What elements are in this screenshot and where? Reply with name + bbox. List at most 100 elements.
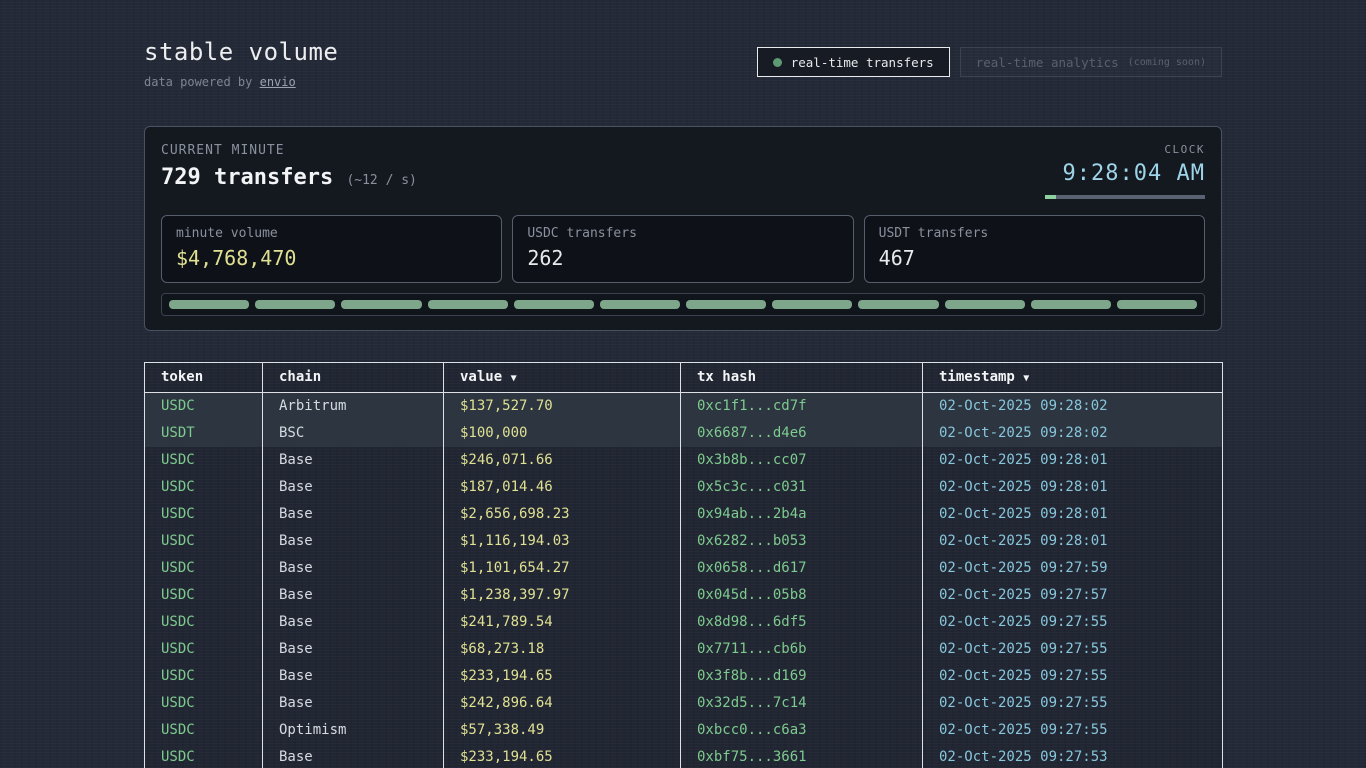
chain-cell: Optimism xyxy=(263,717,444,744)
tx-hash-cell[interactable]: 0x94ab...2b4a xyxy=(681,501,923,528)
sort-desc-icon: ▼ xyxy=(1023,373,1029,384)
stats-row: minute volume $4,768,470 USDC transfers … xyxy=(161,215,1205,283)
stat-value: $4,768,470 xyxy=(176,246,487,270)
chain-cell: Base xyxy=(263,690,444,717)
transfers-count-value: 729 transfers xyxy=(161,165,333,190)
minute-progress-bar xyxy=(161,293,1205,316)
minute-segment xyxy=(341,300,421,309)
page-container: stable volume data powered by envio real… xyxy=(144,0,1222,768)
header-token: token xyxy=(145,363,263,393)
minute-segment xyxy=(945,300,1025,309)
table-row: USDT BSC $100,000 0x6687...d4e6 02-Oct-2… xyxy=(145,420,1223,447)
timestamp-cell: 02-Oct-2025 09:27:55 xyxy=(923,717,1223,744)
tab-real-time-transfers[interactable]: real-time transfers xyxy=(757,47,950,77)
value-cell: $1,116,194.03 xyxy=(444,528,681,555)
value-cell: $246,071.66 xyxy=(444,447,681,474)
clock-progress-bar xyxy=(1045,195,1205,199)
minute-segment xyxy=(1031,300,1111,309)
title-block: stable volume data powered by envio xyxy=(144,38,338,89)
token-cell: USDC xyxy=(145,447,263,474)
value-cell: $2,656,698.23 xyxy=(444,501,681,528)
table-row: USDC Base $1,116,194.03 0x6282...b053 02… xyxy=(145,528,1223,555)
tx-hash-cell[interactable]: 0x7711...cb6b xyxy=(681,636,923,663)
table-row: USDC Base $233,194.65 0xbf75...3661 02-O… xyxy=(145,744,1223,768)
value-cell: $68,273.18 xyxy=(444,636,681,663)
timestamp-cell: 02-Oct-2025 09:27:57 xyxy=(923,582,1223,609)
token-cell: USDC xyxy=(145,555,263,582)
minute-segment xyxy=(428,300,508,309)
value-cell: $187,014.46 xyxy=(444,474,681,501)
value-cell: $1,101,654.27 xyxy=(444,555,681,582)
clock-label: CLOCK xyxy=(1045,143,1205,156)
timestamp-cell: 02-Oct-2025 09:28:02 xyxy=(923,420,1223,447)
table-row: USDC Base $68,273.18 0x7711...cb6b 02-Oc… xyxy=(145,636,1223,663)
minute-segment xyxy=(772,300,852,309)
clock-block: CLOCK 9:28:04 AM xyxy=(1045,143,1205,199)
timestamp-cell: 02-Oct-2025 09:27:53 xyxy=(923,744,1223,768)
chain-cell: Base xyxy=(263,744,444,768)
envio-link[interactable]: envio xyxy=(260,75,296,89)
timestamp-cell: 02-Oct-2025 09:28:02 xyxy=(923,393,1223,421)
chain-cell: Base xyxy=(263,447,444,474)
token-cell: USDC xyxy=(145,717,263,744)
stat-minute-volume: minute volume $4,768,470 xyxy=(161,215,502,283)
timestamp-cell: 02-Oct-2025 09:28:01 xyxy=(923,501,1223,528)
tx-hash-cell[interactable]: 0x0658...d617 xyxy=(681,555,923,582)
tx-hash-cell[interactable]: 0x3f8b...d169 xyxy=(681,663,923,690)
sort-desc-icon: ▼ xyxy=(511,373,517,384)
tx-hash-cell[interactable]: 0x32d5...7c14 xyxy=(681,690,923,717)
minute-segment xyxy=(686,300,766,309)
table-header: token chain value ▼ tx hash timestamp ▼ xyxy=(145,363,1223,393)
chain-cell: Arbitrum xyxy=(263,393,444,421)
tx-hash-cell[interactable]: 0xc1f1...cd7f xyxy=(681,393,923,421)
transfers-count: 729 transfers (~12 / s) xyxy=(161,165,417,190)
value-cell: $137,527.70 xyxy=(444,393,681,421)
table-row: USDC Base $2,656,698.23 0x94ab...2b4a 02… xyxy=(145,501,1223,528)
timestamp-cell: 02-Oct-2025 09:28:01 xyxy=(923,447,1223,474)
tx-hash-cell[interactable]: 0x045d...05b8 xyxy=(681,582,923,609)
tx-hash-cell[interactable]: 0xbcc0...c6a3 xyxy=(681,717,923,744)
minute-segment xyxy=(858,300,938,309)
tx-hash-cell[interactable]: 0x6687...d4e6 xyxy=(681,420,923,447)
value-cell: $1,238,397.97 xyxy=(444,582,681,609)
chain-cell: BSC xyxy=(263,420,444,447)
stat-usdc-transfers: USDC transfers 262 xyxy=(512,215,853,283)
token-cell: USDC xyxy=(145,528,263,555)
transfers-rate: (~12 / s) xyxy=(346,173,416,188)
header-timestamp[interactable]: timestamp ▼ xyxy=(923,363,1223,393)
token-cell: USDT xyxy=(145,420,263,447)
stat-value: 262 xyxy=(527,246,838,270)
token-cell: USDC xyxy=(145,582,263,609)
value-cell: $241,789.54 xyxy=(444,609,681,636)
tab-real-time-analytics: real-time analytics (coming soon) xyxy=(960,47,1222,77)
token-cell: USDC xyxy=(145,474,263,501)
stat-label: USDC transfers xyxy=(527,226,838,241)
timestamp-cell: 02-Oct-2025 09:28:01 xyxy=(923,474,1223,501)
tx-hash-cell[interactable]: 0x5c3c...c031 xyxy=(681,474,923,501)
table-row: USDC Base $241,789.54 0x8d98...6df5 02-O… xyxy=(145,609,1223,636)
chain-cell: Base xyxy=(263,636,444,663)
page-title: stable volume xyxy=(144,38,338,66)
current-minute-label: CURRENT MINUTE xyxy=(161,143,417,158)
header-tx-hash: tx hash xyxy=(681,363,923,393)
stat-label: minute volume xyxy=(176,226,487,241)
value-cell: $100,000 xyxy=(444,420,681,447)
minute-segment xyxy=(255,300,335,309)
chain-cell: Base xyxy=(263,528,444,555)
minute-segment xyxy=(514,300,594,309)
token-cell: USDC xyxy=(145,609,263,636)
header-value[interactable]: value ▼ xyxy=(444,363,681,393)
token-cell: USDC xyxy=(145,663,263,690)
powered-by-text: data powered by xyxy=(144,75,260,89)
tx-hash-cell[interactable]: 0xbf75...3661 xyxy=(681,744,923,768)
transfers-table: token chain value ▼ tx hash timestamp ▼ … xyxy=(144,362,1223,768)
tx-hash-cell[interactable]: 0x3b8b...cc07 xyxy=(681,447,923,474)
timestamp-cell: 02-Oct-2025 09:27:55 xyxy=(923,609,1223,636)
timestamp-cell: 02-Oct-2025 09:27:55 xyxy=(923,663,1223,690)
stat-label: USDT transfers xyxy=(879,226,1190,241)
chain-cell: Base xyxy=(263,501,444,528)
tx-hash-cell[interactable]: 0x8d98...6df5 xyxy=(681,609,923,636)
tx-hash-cell[interactable]: 0x6282...b053 xyxy=(681,528,923,555)
chain-cell: Base xyxy=(263,609,444,636)
clock-time: 9:28:04 AM xyxy=(1045,161,1205,186)
